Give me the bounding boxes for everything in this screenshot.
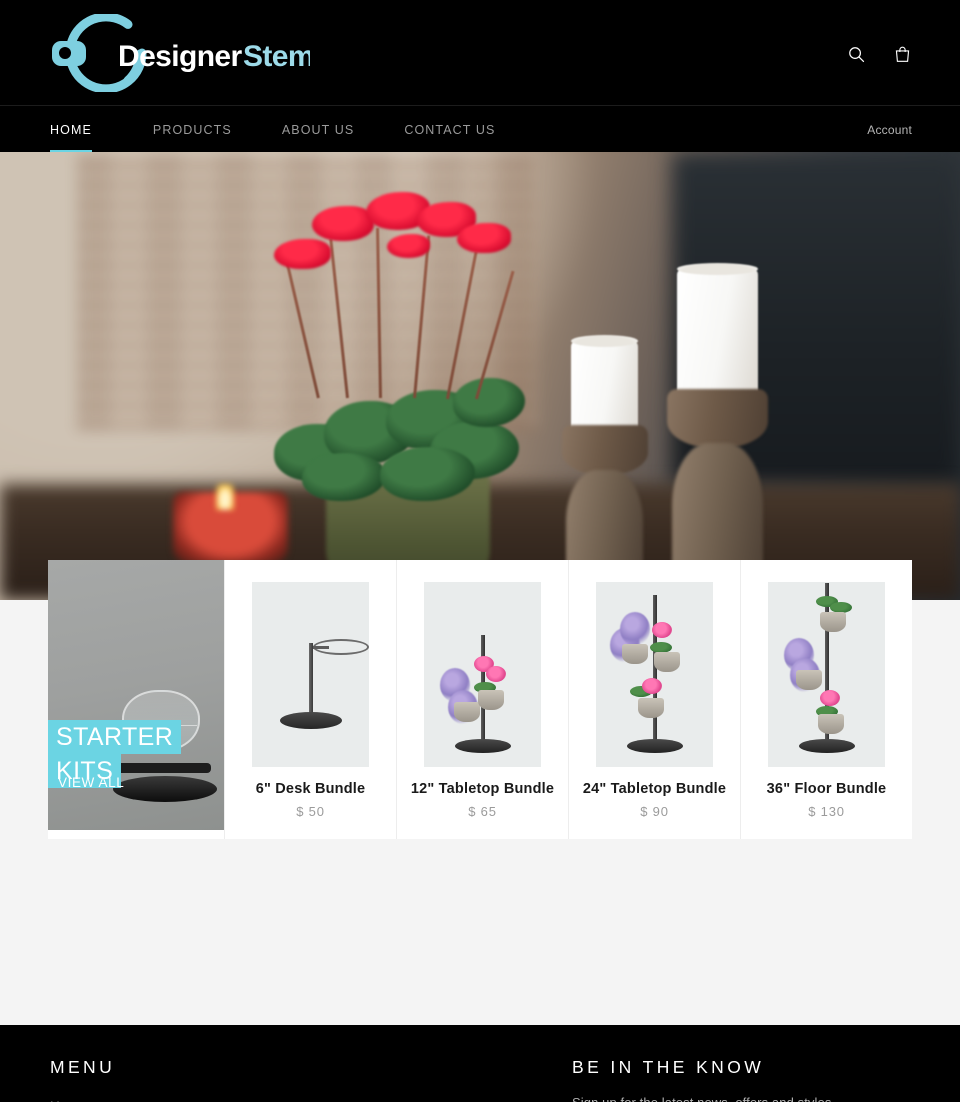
site-footer: MENU Home Products About us Contact Us B… (0, 1025, 960, 1102)
footer-link-home[interactable]: Home (50, 1095, 119, 1102)
product-card[interactable]: 36" Floor Bundle $ 130 (740, 560, 912, 839)
hero-banner: DESIGN YOUR PERFECT HOME Browse all prod… (0, 152, 960, 600)
footer-menu-column: MENU Home Products About us Contact Us (50, 1057, 119, 1102)
product-name: 36" Floor Bundle (766, 781, 887, 797)
nav-item-home[interactable]: HOME (50, 106, 109, 153)
svg-text:Designer: Designer (118, 40, 243, 73)
search-icon[interactable] (842, 40, 870, 68)
product-image (768, 582, 885, 767)
shopping-bag-icon[interactable] (888, 40, 916, 68)
product-list: 6" Desk Bundle $ 50 12" Tabletop Bundle … (224, 560, 912, 839)
view-all-link[interactable]: VIEW ALL (58, 775, 124, 790)
newsletter-heading: BE IN THE KNOW (572, 1057, 765, 1077)
product-image (424, 582, 541, 767)
hero-image (0, 152, 960, 600)
site-header: Designer Stems ® (0, 0, 960, 105)
product-image (252, 582, 369, 767)
product-price: $ 90 (640, 804, 669, 819)
product-price: $ 130 (808, 804, 845, 819)
newsletter-column: BE IN THE KNOW Sign up for the latest ne… (572, 1057, 912, 1102)
footer-menu-heading: MENU (50, 1057, 116, 1077)
account-link[interactable]: Account (867, 106, 912, 153)
product-name: 6" Desk Bundle (255, 781, 366, 797)
promo-label-line1: STARTER (48, 720, 182, 754)
site-logo[interactable]: Designer Stems ® (50, 14, 310, 92)
nav-list: HOME PRODUCTS ABOUT US CONTACT US (50, 106, 528, 153)
nav-item-products[interactable]: PRODUCTS (136, 106, 249, 153)
product-name: 12" Tabletop Bundle (410, 781, 555, 797)
product-price: $ 65 (468, 804, 497, 819)
nav-item-about-us[interactable]: ABOUT US (265, 106, 371, 153)
header-actions (842, 40, 916, 68)
newsletter-subtitle: Sign up for the latest news, offers and … (572, 1095, 912, 1102)
product-price: $ 50 (296, 804, 325, 819)
main-navigation: HOME PRODUCTS ABOUT US CONTACT US Accoun… (0, 105, 960, 153)
nav-item-contact-us[interactable]: CONTACT US (387, 106, 512, 153)
svg-text:Stems: Stems (243, 40, 310, 73)
collection-section: STARTER KITS VIEW ALL 6" Desk Bundle $ 5… (0, 560, 960, 1025)
product-name: 24" Tabletop Bundle (582, 781, 727, 797)
product-image (596, 582, 713, 767)
product-card[interactable]: 24" Tabletop Bundle $ 90 (568, 560, 740, 839)
collection-row: STARTER KITS VIEW ALL 6" Desk Bundle $ 5… (48, 560, 912, 839)
product-card[interactable]: 12" Tabletop Bundle $ 65 (396, 560, 568, 839)
product-card[interactable]: 6" Desk Bundle $ 50 (224, 560, 396, 839)
starter-kits-promo-tile[interactable]: STARTER KITS VIEW ALL (48, 560, 224, 830)
